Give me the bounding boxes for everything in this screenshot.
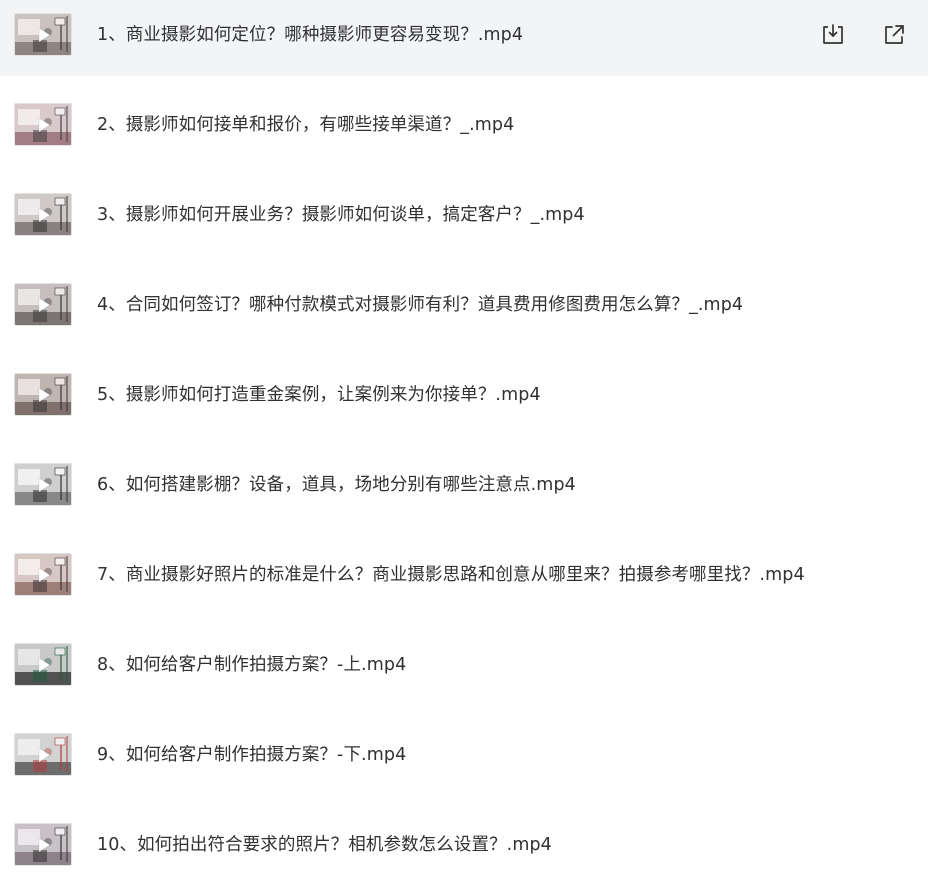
- file-row[interactable]: 1、商业摄影如何定位？哪种摄影师更容易变现？.mp4: [0, 0, 928, 76]
- file-name: 2、摄影师如何接单和报价，有哪些接单渠道？_.mp4: [97, 115, 515, 135]
- play-icon: [33, 205, 53, 225]
- file-row[interactable]: 9、如何给客户制作拍摄方案？-下.mp4: [0, 720, 928, 796]
- open-button[interactable]: [879, 20, 909, 50]
- file-name: 4、合同如何签订？哪种付款模式对摄影师有利？道具费用修图费用怎么算？_.mp4: [97, 295, 744, 315]
- play-icon: [33, 25, 53, 45]
- video-thumbnail: [14, 553, 72, 596]
- file-row[interactable]: 4、合同如何签订？哪种付款模式对摄影师有利？道具费用修图费用怎么算？_.mp4: [0, 270, 928, 346]
- file-name: 6、如何搭建影棚？设备，道具，场地分别有哪些注意点.mp4: [97, 475, 576, 495]
- file-list: 1、商业摄影如何定位？哪种摄影师更容易变现？.mp4 2、摄影师如何接单和报价，…: [0, 0, 928, 883]
- file-name: 5、摄影师如何打造重金案例，让案例来为你接单？.mp4: [97, 385, 541, 405]
- file-name: 8、如何给客户制作拍摄方案？-上.mp4: [97, 655, 407, 675]
- play-icon: [33, 295, 53, 315]
- play-icon: [33, 745, 53, 765]
- file-name: 1、商业摄影如何定位？哪种摄影师更容易变现？.mp4: [97, 25, 524, 45]
- file-row[interactable]: 6、如何搭建影棚？设备，道具，场地分别有哪些注意点.mp4: [0, 450, 928, 526]
- play-icon: [33, 385, 53, 405]
- file-name: 9、如何给客户制作拍摄方案？-下.mp4: [97, 745, 407, 765]
- file-row[interactable]: 10、如何拍出符合要求的照片？相机参数怎么设置？.mp4: [0, 810, 928, 886]
- external-link-icon: [885, 25, 904, 44]
- file-row[interactable]: 5、摄影师如何打造重金案例，让案例来为你接单？.mp4: [0, 360, 928, 436]
- play-icon: [33, 115, 53, 135]
- file-row[interactable]: 7、商业摄影好照片的标准是什么？商业摄影思路和创意从哪里来？拍摄参考哪里找？.m…: [0, 540, 928, 616]
- video-thumbnail: [14, 823, 72, 866]
- video-thumbnail: [14, 283, 72, 326]
- play-icon: [33, 475, 53, 495]
- video-thumbnail: [14, 103, 72, 146]
- file-name: 7、商业摄影好照片的标准是什么？商业摄影思路和创意从哪里来？拍摄参考哪里找？.m…: [97, 565, 805, 585]
- download-button[interactable]: [818, 20, 848, 50]
- file-row[interactable]: 8、如何给客户制作拍摄方案？-上.mp4: [0, 630, 928, 706]
- play-icon: [33, 565, 53, 585]
- video-thumbnail: [14, 643, 72, 686]
- video-thumbnail: [14, 13, 72, 56]
- video-thumbnail: [14, 373, 72, 416]
- video-thumbnail: [14, 193, 72, 236]
- file-name: 3、摄影师如何开展业务？摄影师如何谈单，搞定客户？_.mp4: [97, 205, 585, 225]
- file-row[interactable]: 3、摄影师如何开展业务？摄影师如何谈单，搞定客户？_.mp4: [0, 180, 928, 256]
- file-name: 10、如何拍出符合要求的照片？相机参数怎么设置？.mp4: [97, 835, 552, 855]
- video-thumbnail: [14, 463, 72, 506]
- file-row[interactable]: 2、摄影师如何接单和报价，有哪些接单渠道？_.mp4: [0, 90, 928, 166]
- play-icon: [33, 655, 53, 675]
- video-thumbnail: [14, 733, 72, 776]
- play-icon: [33, 835, 53, 855]
- download-icon: [823, 24, 843, 44]
